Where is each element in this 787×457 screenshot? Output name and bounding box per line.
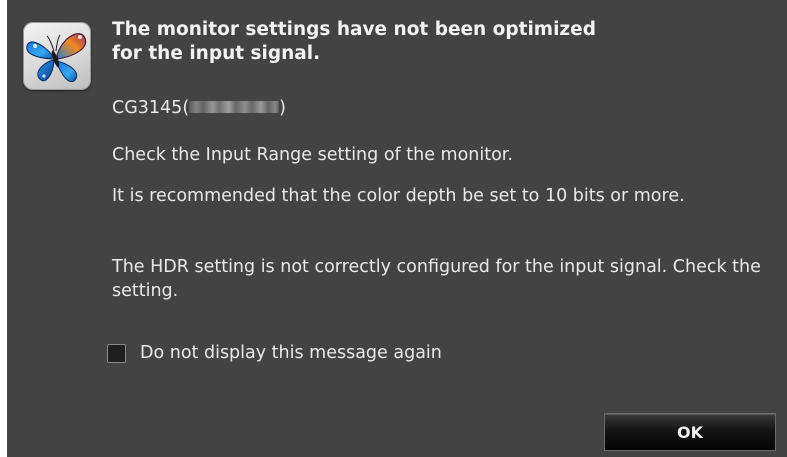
message-input-range: Check the Input Range setting of the mon…	[112, 145, 513, 165]
dont-show-again-checkbox[interactable]	[107, 343, 126, 363]
model-name: CG3145(	[112, 98, 190, 118]
ok-button[interactable]: OK	[604, 413, 776, 451]
butterfly-icon	[23, 22, 91, 90]
dont-show-again-option[interactable]: Do not display this message again	[107, 340, 442, 366]
dont-show-again-label[interactable]: Do not display this message again	[140, 341, 442, 365]
message-hdr-setting: The HDR setting is not correctly configu…	[112, 257, 761, 301]
message-dialog: The monitor settings have not been optim…	[7, 0, 787, 457]
dialog-title: The monitor settings have not been optim…	[112, 19, 596, 64]
message-color-depth: It is recommended that the color depth b…	[112, 186, 685, 206]
monitor-model: CG3145()	[112, 96, 286, 120]
redacted-serial-number	[189, 101, 280, 113]
model-close-paren: )	[279, 98, 286, 118]
